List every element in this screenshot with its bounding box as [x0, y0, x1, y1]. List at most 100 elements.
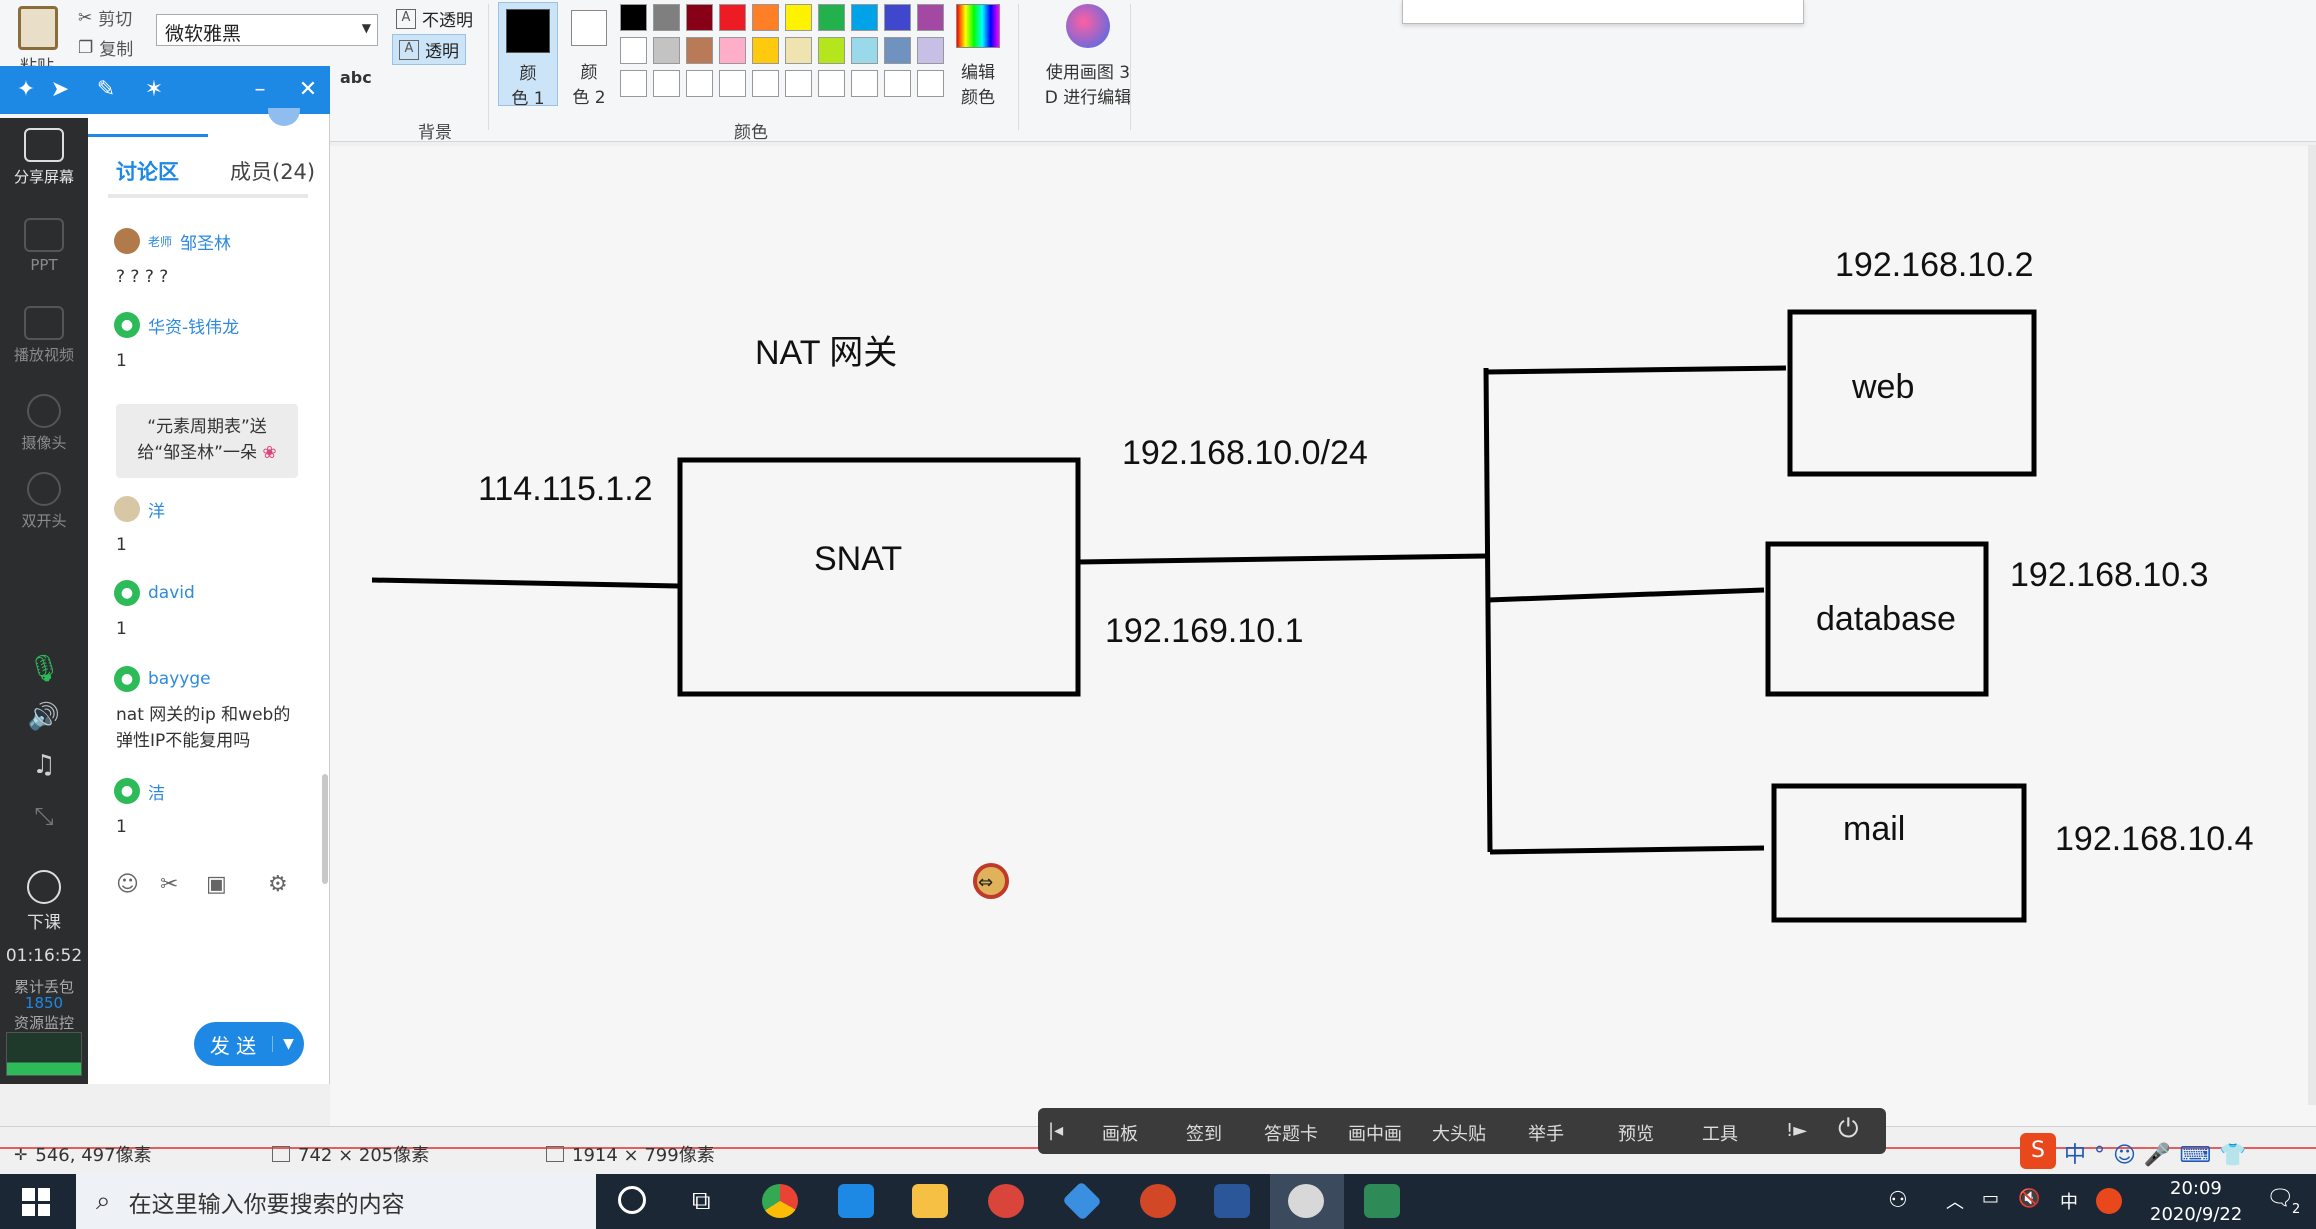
chat-sender[interactable]: ● bayyge: [114, 666, 211, 692]
app-icon[interactable]: [1062, 1181, 1102, 1221]
fullscreen-button[interactable]: ⤡: [0, 802, 88, 830]
sogou-tray-icon[interactable]: [2096, 1188, 2122, 1214]
sogou-icon[interactable]: S: [2020, 1133, 2056, 1169]
collapse-bar-icon[interactable]: |◂: [1048, 1120, 1063, 1141]
more-icon[interactable]: !►: [1786, 1120, 1807, 1141]
transparent-option[interactable]: A 透明: [392, 34, 466, 65]
pin-icon[interactable]: ✶: [142, 78, 166, 102]
color-swatch[interactable]: [785, 70, 812, 97]
microphone-button[interactable]: 🎙: [0, 654, 88, 684]
color-swatch[interactable]: [851, 37, 878, 64]
color-swatch[interactable]: [719, 37, 746, 64]
app-icon[interactable]: [988, 1184, 1024, 1218]
end-class-button[interactable]: 下课: [0, 870, 88, 933]
color-swatch[interactable]: [851, 70, 878, 97]
color-swatch[interactable]: [917, 70, 944, 97]
image-icon[interactable]: ▣: [206, 872, 227, 897]
share-screen-button[interactable]: 分享屏幕: [0, 128, 88, 187]
notification-icon[interactable]: 🗨: [2266, 1186, 2294, 1211]
chat-sender[interactable]: 洋: [114, 496, 165, 522]
people-icon[interactable]: ⚇: [1888, 1188, 1908, 1213]
tools-button[interactable]: 工具: [1702, 1120, 1738, 1146]
opaque-option[interactable]: A 不透明: [396, 6, 473, 31]
send-button[interactable]: 发 送 ▼: [194, 1022, 304, 1066]
settings-icon[interactable]: ⚙: [268, 872, 288, 897]
color-swatch[interactable]: [884, 4, 911, 31]
paste-icon[interactable]: [18, 6, 58, 50]
power-icon[interactable]: ⏻: [1838, 1114, 1859, 1145]
play-video-button[interactable]: 播放视频: [0, 306, 88, 365]
photo-sticker-button[interactable]: 大头贴: [1432, 1120, 1486, 1146]
drawing-canvas[interactable]: NAT 网关 114.115.1.2 SNAT 192.168.10.0/24 …: [330, 146, 2316, 1126]
ppt-button[interactable]: PPT: [0, 218, 88, 274]
raise-hand-button[interactable]: 举手: [1528, 1120, 1564, 1146]
color-swatch[interactable]: [851, 4, 878, 31]
color-swatch[interactable]: [620, 37, 647, 64]
minimize-icon[interactable]: –: [248, 78, 272, 102]
edit-icon[interactable]: ✎: [94, 78, 118, 102]
clock-time[interactable]: 20:09: [2170, 1178, 2222, 1199]
canvas-scrollbar[interactable]: [2308, 145, 2316, 1105]
color-swatch[interactable]: [653, 37, 680, 64]
color-swatch[interactable]: [620, 70, 647, 97]
app-icon[interactable]: [1364, 1184, 1400, 1218]
tab-members[interactable]: 成员(24): [230, 156, 315, 186]
color-swatch[interactable]: [653, 4, 680, 31]
answer-card-button[interactable]: 答题卡: [1264, 1120, 1318, 1146]
color-swatch[interactable]: [818, 70, 845, 97]
color-swatch[interactable]: [917, 37, 944, 64]
taskbar-search[interactable]: ⌕ 在这里输入你要搜索的内容: [76, 1174, 596, 1229]
chat-sender[interactable]: ● 华资-钱伟龙: [114, 312, 239, 338]
ime-indicator[interactable]: 中: [2060, 1188, 2078, 1214]
checkin-button[interactable]: 签到: [1186, 1120, 1222, 1146]
copy-button[interactable]: ❐ 复制: [78, 35, 133, 61]
emoji-icon[interactable]: ☺: [116, 872, 139, 897]
color-swatch[interactable]: [818, 4, 845, 31]
close-icon[interactable]: ✕: [296, 78, 320, 102]
color-swatch[interactable]: [884, 37, 911, 64]
color-swatch[interactable]: [917, 4, 944, 31]
color-swatch[interactable]: [653, 70, 680, 97]
chat-sender[interactable]: ● david: [114, 580, 195, 606]
color-swatch[interactable]: [752, 37, 779, 64]
color-swatch[interactable]: [752, 4, 779, 31]
edit-colors-button[interactable]: 编辑 颜色: [950, 4, 1006, 108]
text-tool-icon[interactable]: abc: [340, 68, 372, 87]
chevron-up-icon[interactable]: ︿: [1946, 1188, 1964, 1214]
word-icon[interactable]: [1214, 1184, 1250, 1218]
paint-icon[interactable]: [1288, 1184, 1324, 1218]
speaker-button[interactable]: 🔊: [0, 702, 88, 732]
cut-button[interactable]: ✂ 剪切: [78, 5, 132, 31]
color-swatch[interactable]: [686, 4, 713, 31]
clock-date[interactable]: 2020/9/22: [2150, 1204, 2242, 1225]
file-explorer-icon[interactable]: [912, 1184, 948, 1218]
windows-start-icon[interactable]: [22, 1188, 50, 1216]
chrome-icon[interactable]: [762, 1184, 798, 1218]
ime-toolbar[interactable]: 中°☺🎤⌨👕: [2064, 1137, 2254, 1169]
color-swatch[interactable]: [719, 4, 746, 31]
tab-discussion[interactable]: 讨论区: [116, 156, 179, 186]
camera-button[interactable]: 摄像头: [0, 394, 88, 453]
color-swatch[interactable]: [686, 37, 713, 64]
multi-camera-button[interactable]: 双开头: [0, 472, 88, 531]
color-swatch[interactable]: [884, 70, 911, 97]
task-view-icon[interactable]: ⧉: [692, 1186, 711, 1217]
send-arrow-icon[interactable]: ➤: [48, 78, 72, 102]
color1-button[interactable]: 颜 色 1: [498, 2, 558, 109]
chevron-down-icon[interactable]: ▼: [272, 1036, 304, 1052]
network-icon[interactable]: ▭: [1982, 1188, 1999, 1209]
color-swatch[interactable]: [785, 4, 812, 31]
color-swatch[interactable]: [752, 70, 779, 97]
color-swatch[interactable]: [620, 4, 647, 31]
whiteboard-button[interactable]: 画板: [1102, 1120, 1138, 1146]
powerpoint-icon[interactable]: [1140, 1184, 1176, 1218]
color2-button[interactable]: 颜 色 2: [564, 2, 614, 108]
font-family-select[interactable]: 微软雅黑 ▼: [156, 14, 378, 46]
chat-sender[interactable]: 老师 邹圣林: [114, 228, 231, 254]
scissors-icon[interactable]: ✂: [160, 872, 178, 897]
color-swatch[interactable]: [719, 70, 746, 97]
pip-button[interactable]: 画中画: [1348, 1120, 1402, 1146]
chat-sender[interactable]: ● 洁: [114, 778, 165, 804]
color-swatch[interactable]: [686, 70, 713, 97]
color-swatch[interactable]: [818, 37, 845, 64]
